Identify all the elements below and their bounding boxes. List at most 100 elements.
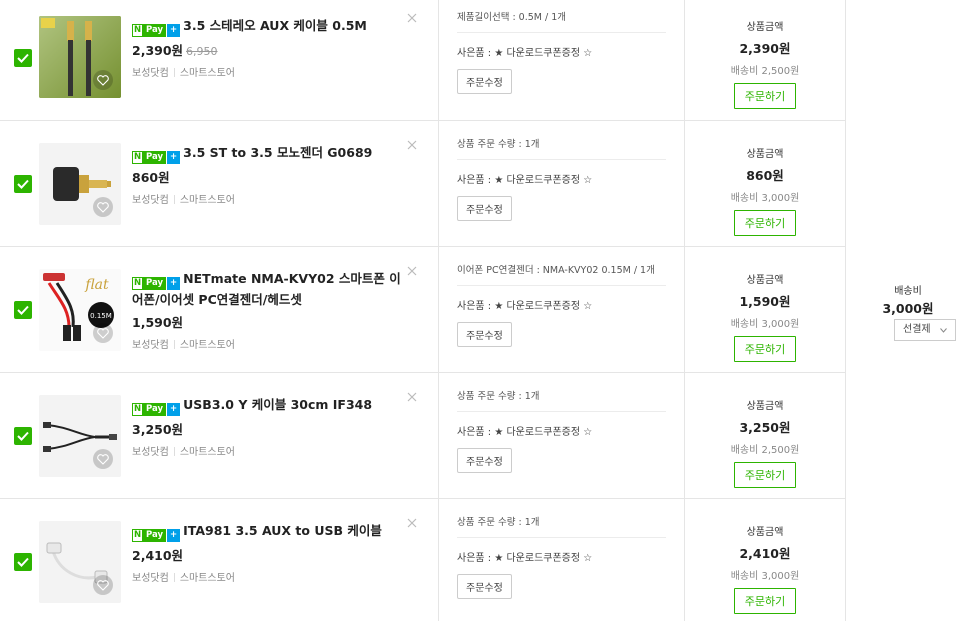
buy-now-button[interactable]: 주문하기 <box>733 83 797 109</box>
close-icon[interactable] <box>406 391 418 403</box>
seller-name[interactable]: 보성닷컴 <box>132 195 169 206</box>
edit-order-button[interactable]: 주문수정 <box>457 69 512 94</box>
sale-price: 1,590원 <box>132 315 184 330</box>
gift-prefix: 사은품 : <box>457 301 495 312</box>
product-info: N Pay +3.5 ST to 3.5 모노젠더 G0689 860원 보성닷컴 스… <box>132 143 402 206</box>
seller-name[interactable]: 보성닷컴 <box>132 447 169 458</box>
seller-name[interactable]: 보성닷컴 <box>132 573 169 584</box>
buy-now-button[interactable]: 주문하기 <box>733 462 797 488</box>
npay-n-mark: N <box>132 24 143 37</box>
heart-icon <box>97 201 109 213</box>
option-panel: 이어폰 PC연결젠더 : NMA-KVY02 0.15M / 1개 사은품 : … <box>438 247 684 372</box>
product-thumbnail[interactable] <box>39 521 121 603</box>
gift-text: 사은품 : ★ 다운로드쿠폰증정 ☆ <box>457 297 666 312</box>
divider <box>173 340 175 349</box>
close-icon[interactable] <box>406 517 418 529</box>
edit-order-button[interactable]: 주문수정 <box>457 196 512 221</box>
npay-plus-mark: + <box>167 277 181 290</box>
item-checkbox[interactable] <box>14 427 32 445</box>
brand-watermark: flat <box>84 277 109 293</box>
product-title-line[interactable]: N Pay +3.5 스테레오 AUX 케이블 0.5M <box>132 16 402 37</box>
product-thumbnail[interactable] <box>39 16 121 98</box>
option-panel: 상품 주문 수량 : 1개 사은품 : ★ 다운로드쿠폰증정 ☆ 주문수정 <box>438 373 684 498</box>
store-type: 스마트스토어 <box>179 447 236 458</box>
npay-pay-mark: Pay <box>143 529 167 542</box>
checkmark-icon <box>17 431 29 441</box>
buy-now-button[interactable]: 주문하기 <box>733 210 797 236</box>
item-checkbox[interactable] <box>14 49 32 67</box>
product-title-line[interactable]: N Pay + NETmate NMA-KVY02 스마트폰 이어폰/이어셋 PC연결… <box>132 269 402 309</box>
gift-prefix: 사은품 : <box>457 175 495 186</box>
edit-order-button[interactable]: 주문수정 <box>457 322 512 347</box>
wishlist-heart-button[interactable] <box>93 70 113 90</box>
close-icon[interactable] <box>406 139 418 151</box>
amount-panel: 상품금액 1,590원 배송비 3,000원 주문하기 <box>684 247 846 372</box>
product-thumbnail[interactable] <box>39 143 121 225</box>
close-icon[interactable] <box>406 265 418 277</box>
gift-prefix: 사은품 : <box>457 553 495 564</box>
amount-panel: 상품금액 2,390원 배송비 2,500원 주문하기 <box>684 0 846 120</box>
wishlist-heart-button[interactable] <box>93 323 113 343</box>
amount-value: 1,590원 <box>739 294 791 309</box>
divider <box>173 447 175 456</box>
store-type: 스마트스토어 <box>179 573 236 584</box>
chevron-down-icon <box>940 328 947 333</box>
divider <box>173 68 175 77</box>
product-info: N Pay + NETmate NMA-KVY02 스마트폰 이어폰/이어셋 PC연결… <box>132 269 402 351</box>
buy-now-button[interactable]: 주문하기 <box>733 588 797 614</box>
cart-item-list: N Pay +3.5 스테레오 AUX 케이블 0.5M 2,390원 6,950 보… <box>0 0 846 621</box>
product-title[interactable]: 3.5 스테레오 AUX 케이블 0.5M <box>183 18 367 33</box>
seller-name[interactable]: 보성닷컴 <box>132 68 169 79</box>
seller-line: 보성닷컴 스마트스토어 <box>132 443 402 458</box>
product-title[interactable]: ITA981 3.5 AUX to USB 케이블 <box>183 523 382 538</box>
npay-pay-mark: Pay <box>143 24 167 37</box>
gift-text: 사은품 : ★ 다운로드쿠폰증정 ☆ <box>457 171 666 186</box>
shipping-payment-select[interactable]: 선결제 <box>894 319 956 341</box>
item-checkbox[interactable] <box>14 553 32 571</box>
option-text: 상품 주문 수량 : 1개 <box>457 516 666 538</box>
sale-price: 860원 <box>132 170 170 185</box>
heart-icon <box>97 453 109 465</box>
product-title[interactable]: 3.5 ST to 3.5 모노젠더 G0689 <box>183 145 372 160</box>
npay-plus-mark: + <box>167 403 181 416</box>
product-title[interactable]: USB3.0 Y 케이블 30cm IF348 <box>183 397 372 412</box>
shipping-summary-label: 배송비 <box>894 286 922 297</box>
shipping-payment-value: 선결제 <box>903 324 931 335</box>
product-title-line[interactable]: N Pay + ITA981 3.5 AUX to USB 케이블 <box>132 521 402 542</box>
amount-label: 상품금액 <box>746 401 784 412</box>
npay-plus-badge: N Pay + <box>132 529 181 542</box>
item-checkbox[interactable] <box>14 301 32 319</box>
seller-name[interactable]: 보성닷컴 <box>132 340 169 351</box>
divider <box>173 195 175 204</box>
store-type: 스마트스토어 <box>179 340 236 351</box>
edit-order-button[interactable]: 주문수정 <box>457 448 512 473</box>
edit-order-button[interactable]: 주문수정 <box>457 574 512 599</box>
wishlist-heart-button[interactable] <box>93 575 113 595</box>
product-price: 1,590원 <box>132 312 402 331</box>
wishlist-heart-button[interactable] <box>93 449 113 469</box>
product-price: 2,390원 6,950 <box>132 40 402 59</box>
buy-now-button[interactable]: 주문하기 <box>733 336 797 362</box>
option-panel: 제품길이선택 : 0.5M / 1개 사은품 : ★ 다운로드쿠폰증정 ☆ 주문… <box>438 0 684 120</box>
shipping-summary-value: 3,000원 <box>882 301 934 316</box>
wishlist-heart-button[interactable] <box>93 197 113 217</box>
npay-pay-mark: Pay <box>143 151 167 164</box>
product-title-line[interactable]: N Pay + USB3.0 Y 케이블 30cm IF348 <box>132 395 402 416</box>
npay-plus-mark: + <box>167 529 181 542</box>
product-thumbnail[interactable] <box>39 395 121 477</box>
item-checkbox[interactable] <box>14 175 32 193</box>
product-thumbnail[interactable]: 0.15M flat <box>39 269 121 351</box>
npay-plus-badge: N Pay + <box>132 24 181 37</box>
npay-plus-mark: + <box>167 24 181 37</box>
shipping-fee-text: 배송비 2,500원 <box>730 445 800 456</box>
close-icon[interactable] <box>406 12 418 24</box>
npay-plus-badge: N Pay + <box>132 151 181 164</box>
seller-line: 보성닷컴 스마트스토어 <box>132 191 402 206</box>
sale-price: 3,250원 <box>132 422 184 437</box>
product-title-line[interactable]: N Pay +3.5 ST to 3.5 모노젠더 G0689 <box>132 143 402 164</box>
product-info: N Pay + USB3.0 Y 케이블 30cm IF348 3,250원 보성닷컴… <box>132 395 402 458</box>
cart-item: 0.15M flat N Pay + NETmate NMA-KVY02 스마트폰 이… <box>0 247 846 373</box>
option-text: 제품길이선택 : 0.5M / 1개 <box>457 11 666 33</box>
amount-panel: 상품금액 860원 배송비 3,000원 주문하기 <box>684 121 846 246</box>
amount-value: 3,250원 <box>739 420 791 435</box>
